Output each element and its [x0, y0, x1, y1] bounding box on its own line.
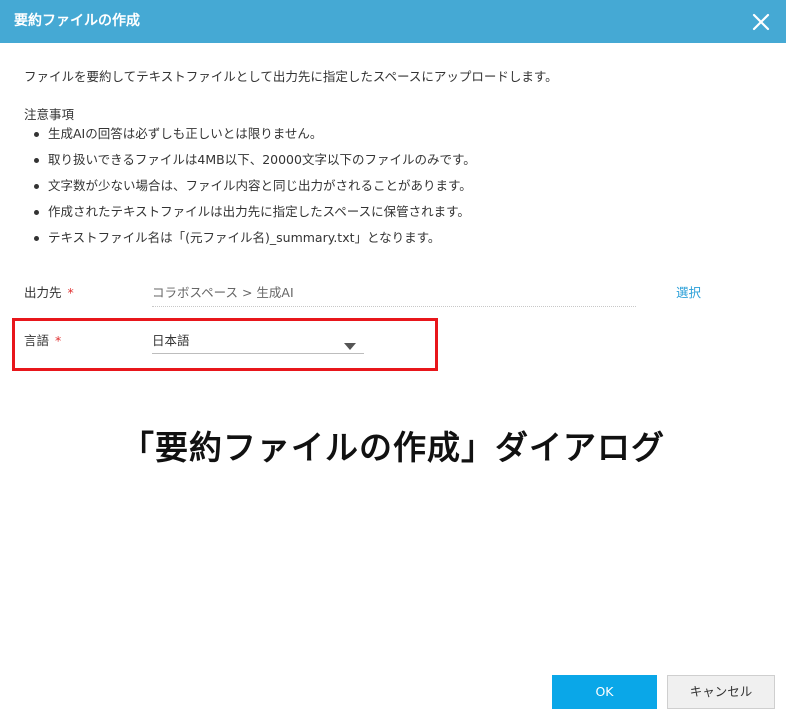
note-text: 作成されたテキストファイルは出力先に指定したスペースに保管されます。 — [48, 204, 470, 219]
required-mark: * — [55, 333, 62, 348]
select-destination-link[interactable]: 選択 — [676, 285, 701, 301]
language-select-value: 日本語 — [152, 333, 190, 348]
destination-label-text: 出力先 — [24, 285, 62, 300]
language-label: 言語 * — [24, 333, 61, 349]
notes-list: 生成AIの回答は必ずしも正しいとは限りません。 取り扱いできるファイルは4MB以… — [24, 126, 476, 256]
destination-field: コラボスペース > 生成AI — [152, 285, 636, 307]
close-icon[interactable] — [750, 11, 772, 33]
bullet-icon — [34, 132, 39, 137]
bullet-icon — [34, 210, 39, 215]
notes-list-item: テキストファイル名は「(元ファイル名)_summary.txt」となります。 — [24, 230, 476, 256]
bullet-icon — [34, 184, 39, 189]
destination-label: 出力先 * — [24, 285, 74, 301]
cancel-button[interactable]: キャンセル — [667, 675, 775, 709]
notes-list-item: 作成されたテキストファイルは出力先に指定したスペースに保管されます。 — [24, 204, 476, 230]
bullet-icon — [34, 236, 39, 241]
dialog-title: 要約ファイルの作成 — [14, 13, 140, 29]
bullet-icon — [34, 158, 39, 163]
notes-list-item: 文字数が少ない場合は、ファイル内容と同じ出力がされることがあります。 — [24, 178, 476, 204]
note-text: テキストファイル名は「(元ファイル名)_summary.txt」となります。 — [48, 230, 441, 245]
required-mark: * — [67, 285, 74, 300]
note-text: 文字数が少ない場合は、ファイル内容と同じ出力がされることがあります。 — [48, 178, 472, 193]
language-label-text: 言語 — [24, 333, 50, 348]
note-text: 生成AIの回答は必ずしも正しいとは限りません。 — [48, 126, 323, 141]
caret-down-icon — [344, 343, 356, 350]
dialog-description: ファイルを要約してテキストファイルとして出力先に指定したスペースにアップロードし… — [24, 69, 558, 84]
notes-list-item: 生成AIの回答は必ずしも正しいとは限りません。 — [24, 126, 476, 152]
summary-file-dialog: 要約ファイルの作成 ファイルを要約してテキストファイルとして出力先に指定したスペ… — [0, 0, 786, 718]
notes-heading: 注意事項 — [24, 107, 75, 122]
note-text: 取り扱いできるファイルは4MB以下、20000文字以下のファイルのみです。 — [48, 152, 476, 167]
notes-list-item: 取り扱いできるファイルは4MB以下、20000文字以下のファイルのみです。 — [24, 152, 476, 178]
ok-button[interactable]: OK — [552, 675, 657, 709]
dialog-titlebar: 要約ファイルの作成 — [0, 0, 786, 43]
language-select[interactable]: 日本語 — [152, 333, 364, 354]
dialog-caption: 「要約ファイルの作成」ダイアログ — [121, 428, 665, 467]
